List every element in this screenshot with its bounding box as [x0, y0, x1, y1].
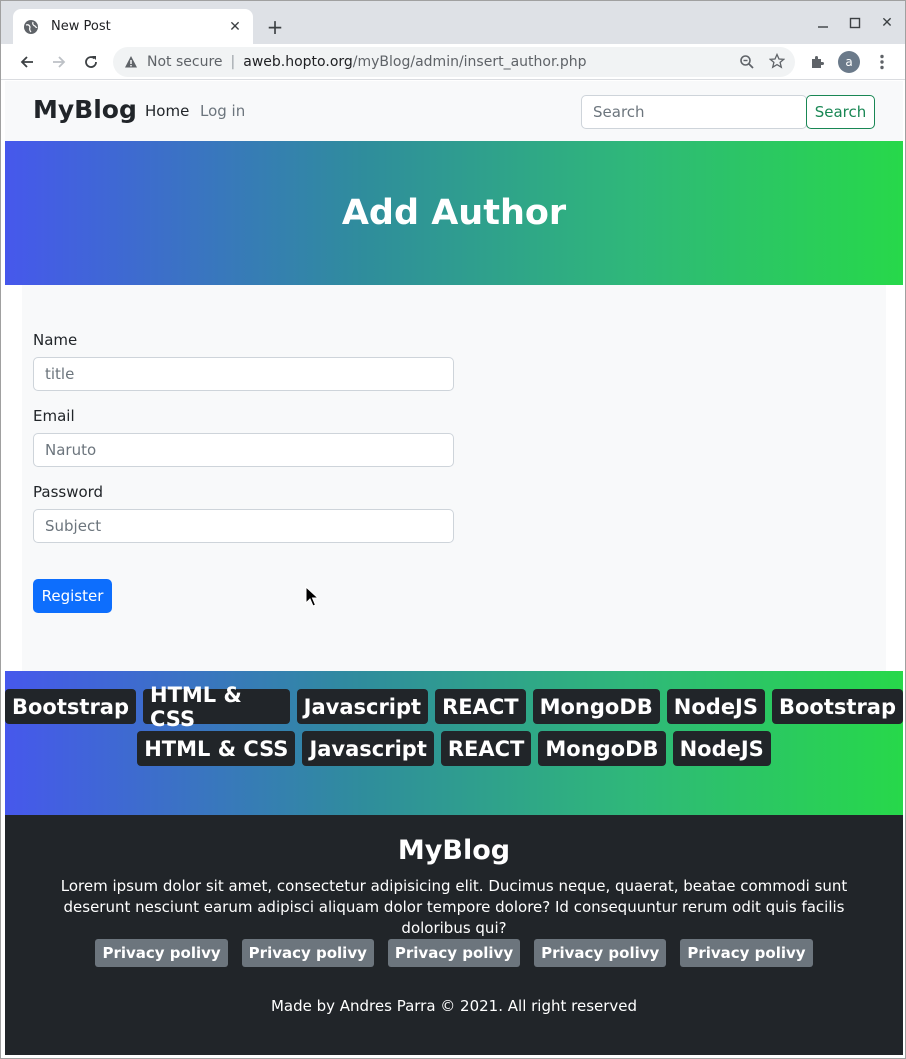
browser-window: New Post ✕ + ✕ Not secure | aweb.hopto.o… — [0, 0, 906, 1059]
new-tab-icon[interactable]: + — [263, 15, 287, 39]
browser-menu-icon[interactable] — [873, 52, 891, 72]
minimize-icon[interactable] — [811, 11, 835, 35]
site-brand-link[interactable]: MyBlog — [33, 95, 137, 124]
copyright-text: Made by Andres Parra © 2021. All right r… — [270, 997, 638, 1015]
profile-avatar[interactable]: a — [838, 51, 860, 73]
security-label[interactable]: Not secure — [147, 54, 223, 70]
browser-tab[interactable]: New Post ✕ — [13, 9, 253, 44]
url-host: aweb.hopto.org — [243, 54, 353, 70]
url-path: /myBlog/admin/insert_author.php — [352, 54, 587, 70]
page-title: Add Author — [341, 193, 567, 233]
site-footer: MyBlog Lorem ipsum dolor sit amet, conse… — [5, 815, 903, 1055]
privacy-link[interactable]: Privacy polivy — [241, 939, 374, 967]
footer-links: Privacy polivy Privacy polivy Privacy po… — [5, 939, 903, 967]
tags-section: Bootstrap HTML & CSS Javascript REACT Mo… — [5, 671, 903, 815]
nav-link-home[interactable]: Home — [145, 102, 189, 120]
privacy-link[interactable]: Privacy polivy — [387, 939, 521, 967]
tag-badge[interactable]: REACT — [435, 689, 526, 724]
search-input[interactable]: Search — [581, 95, 807, 129]
tag-badge[interactable]: HTML & CSS — [137, 731, 296, 766]
maximize-icon[interactable] — [843, 11, 867, 35]
browser-toolbar: Not secure | aweb.hopto.org /myBlog/admi… — [1, 44, 905, 80]
hero-banner: Add Author — [5, 141, 903, 285]
nav-link-login[interactable]: Log in — [200, 102, 245, 120]
privacy-link[interactable]: Privacy polivy — [95, 939, 228, 967]
add-author-form: Name title Email Naruto Password Subject… — [22, 285, 886, 671]
privacy-link[interactable]: Privacy polivy — [680, 939, 813, 967]
tag-badge[interactable]: Javascript — [296, 689, 429, 724]
reload-icon[interactable] — [78, 49, 104, 75]
address-bar[interactable]: Not secure | aweb.hopto.org /myBlog/admi… — [113, 47, 795, 77]
name-input[interactable]: title — [33, 357, 454, 391]
tag-badge[interactable]: Bootstrap — [5, 689, 136, 724]
close-tab-icon[interactable]: ✕ — [227, 19, 243, 35]
forward-icon[interactable] — [46, 49, 72, 75]
search-button[interactable]: Search — [806, 95, 875, 129]
warning-icon[interactable] — [123, 54, 139, 70]
tag-badge[interactable]: HTML & CSS — [143, 683, 290, 731]
footer-text: Lorem ipsum dolor sit amet, consectetur … — [60, 877, 848, 937]
tag-badge[interactable]: MongoDB — [532, 689, 660, 724]
tag-badge[interactable]: NodeJS — [666, 689, 765, 724]
tags-row-1: Bootstrap HTML & CSS Javascript REACT Mo… — [5, 683, 903, 731]
tab-title: New Post — [51, 19, 111, 34]
tag-badge[interactable]: Javascript — [302, 731, 434, 766]
password-input[interactable]: Subject — [33, 509, 454, 543]
email-input[interactable]: Naruto — [33, 433, 454, 467]
site-navbar: MyBlog Home Log in Search Search — [5, 81, 903, 141]
mouse-cursor-icon — [305, 586, 319, 607]
register-button[interactable]: Register — [33, 579, 112, 613]
email-label: Email — [33, 407, 75, 425]
footer-title: MyBlog — [397, 835, 511, 866]
password-label: Password — [33, 483, 104, 501]
tag-badge[interactable]: REACT — [440, 731, 532, 766]
tag-badge[interactable]: MongoDB — [538, 731, 666, 766]
tags-row-2: HTML & CSS Javascript REACT MongoDB Node… — [5, 731, 903, 766]
close-window-icon[interactable]: ✕ — [875, 11, 899, 35]
url-separator: | — [230, 54, 236, 70]
back-icon[interactable] — [14, 49, 40, 75]
bookmark-star-icon[interactable] — [768, 52, 786, 69]
name-label: Name — [33, 331, 78, 349]
globe-icon — [23, 19, 39, 35]
tag-badge[interactable]: NodeJS — [672, 731, 771, 766]
tab-strip: New Post ✕ + ✕ — [1, 1, 905, 44]
zoom-icon[interactable] — [739, 54, 755, 70]
privacy-link[interactable]: Privacy polivy — [534, 939, 667, 967]
extensions-puzzle-icon[interactable] — [809, 53, 827, 71]
web-page: MyBlog Home Log in Search Search Add Aut… — [5, 81, 903, 1055]
tag-badge[interactable]: Bootstrap — [772, 689, 903, 724]
